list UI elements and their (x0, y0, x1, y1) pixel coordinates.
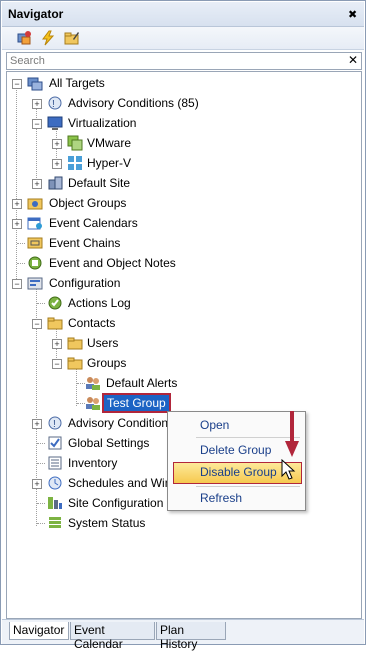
tab-plan-history[interactable]: Plan History (156, 622, 226, 651)
tree-item-event-object-notes[interactable]: Event and Object Notes (7, 254, 357, 272)
tree-item-groups[interactable]: − Groups (7, 354, 357, 372)
tree-item-event-chains[interactable]: Event Chains (7, 234, 357, 252)
collapse-icon[interactable]: − (32, 119, 42, 129)
tree-item-vmware[interactable]: + VMware (7, 134, 357, 152)
folder-icon (67, 357, 83, 370)
expand-icon[interactable]: + (52, 159, 62, 169)
mouse-cursor-icon (281, 459, 296, 480)
tree-item-actions-log[interactable]: Actions Log (7, 294, 357, 312)
configuration-icon (27, 277, 43, 290)
menu-item-disable-group[interactable]: Disable Group (200, 465, 277, 479)
tree-item-contacts[interactable]: − Contacts (7, 314, 357, 332)
calendar-icon (27, 217, 42, 230)
clock-icon (48, 476, 62, 490)
toolbar (2, 27, 364, 50)
tree-item-system-status[interactable]: System Status (7, 514, 357, 532)
expand-icon[interactable]: + (32, 479, 42, 489)
monitor-icon (47, 116, 63, 130)
tree-item-hyperv[interactable]: + Hyper-V (7, 154, 357, 172)
vmware-icon (67, 135, 83, 151)
expand-icon[interactable]: + (32, 99, 42, 109)
expand-icon[interactable]: + (52, 339, 62, 349)
collapse-icon[interactable]: − (12, 79, 22, 89)
advisory-icon: ! (48, 96, 62, 110)
expand-icon[interactable]: + (32, 419, 42, 429)
expand-icon[interactable]: + (12, 219, 22, 229)
tab-event-calendar[interactable]: Event Calendar (70, 622, 155, 651)
svg-text:!: ! (52, 99, 55, 110)
notes-icon (28, 256, 42, 270)
tree-item-all-targets[interactable]: − All Targets (7, 74, 357, 92)
tree-item-event-calendars[interactable]: + Event Calendars (7, 214, 357, 232)
tree-item-configuration[interactable]: − Configuration (7, 274, 357, 292)
targets-icon[interactable] (16, 30, 32, 46)
tree-item-default-alerts[interactable]: Default Alerts (7, 374, 357, 392)
expand-icon[interactable]: + (32, 179, 42, 189)
group-users-icon (86, 397, 100, 410)
tab-navigator[interactable]: Navigator (9, 622, 69, 640)
group-users-icon (86, 377, 100, 390)
site-config-icon (48, 497, 62, 509)
tree-item-object-groups[interactable]: + Object Groups (7, 194, 357, 212)
tab-strip: Navigator Event Calendar Plan History (2, 619, 364, 651)
hyperv-icon (68, 156, 82, 170)
menu-item-refresh[interactable]: Refresh (200, 491, 242, 505)
lightning-icon[interactable] (40, 30, 56, 46)
collapse-icon[interactable]: − (12, 279, 22, 289)
tree-item-test-group[interactable]: Test Group (7, 393, 357, 413)
menu-item-delete-group[interactable]: Delete Group (200, 443, 271, 457)
folder-icon (67, 337, 83, 350)
collapse-icon[interactable]: − (52, 359, 62, 369)
tree-item-virtualization[interactable]: − Virtualization (7, 114, 357, 132)
close-icon[interactable]: ✕ (348, 53, 358, 67)
status-icon (49, 517, 61, 528)
expand-icon[interactable]: + (52, 139, 62, 149)
search-input[interactable] (7, 53, 340, 68)
folder-icon (47, 317, 63, 330)
object-groups-icon (27, 198, 43, 210)
menu-item-open[interactable]: Open (200, 418, 229, 432)
arrow-down-icon (285, 411, 299, 457)
all-targets-icon (27, 77, 43, 91)
search-box: ✕ (6, 52, 362, 70)
navigator-panel: Navigator ✖ ✕ − (0, 0, 366, 651)
navigator-tree: − All Targets + ! Advisory Conditions (8… (6, 71, 362, 619)
advisory-icon: ! (48, 416, 62, 430)
tree-item-advisory-conditions[interactable]: + ! Advisory Conditions (85) (7, 94, 357, 112)
selected-node-label[interactable]: Test Group (102, 393, 171, 413)
pin-close-icon[interactable]: ✖ (348, 8, 357, 21)
collapse-icon[interactable]: − (32, 319, 42, 329)
checkbox-icon (48, 436, 62, 450)
folder-edit-icon[interactable] (64, 30, 80, 46)
tree-item-default-site[interactable]: + Default Site (7, 174, 357, 192)
site-icon (48, 176, 63, 190)
expand-icon[interactable]: + (12, 199, 22, 209)
actions-log-icon (48, 296, 62, 310)
panel-title: Navigator (8, 7, 64, 21)
title-bar: Navigator ✖ (2, 2, 364, 27)
chain-icon (27, 237, 43, 249)
svg-text:!: ! (53, 419, 56, 430)
inventory-icon (48, 456, 62, 470)
tree-item-users[interactable]: + Users (7, 334, 357, 352)
